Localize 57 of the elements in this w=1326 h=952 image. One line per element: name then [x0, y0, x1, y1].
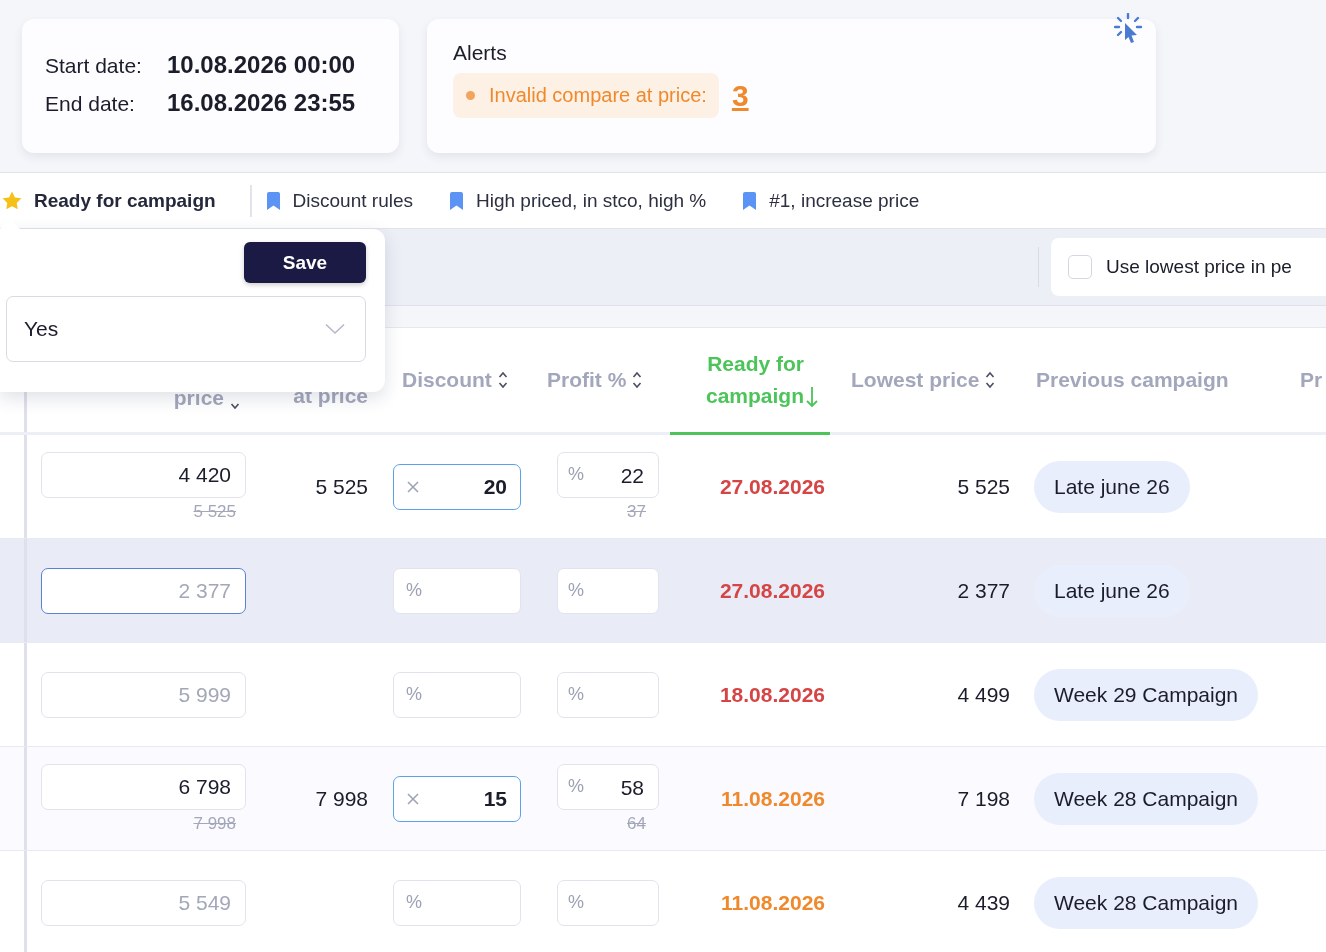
profit-field[interactable]: % 22	[557, 451, 659, 498]
price-field[interactable]: 4 420	[41, 451, 246, 498]
start-date-value: 10.08.2026 00:00	[167, 51, 356, 79]
table-row[interactable]: 4 420 5 525 5 525 20 % 22 37 27.08.2026 5 525 Late june 26	[0, 435, 1326, 539]
lowest-price: 4 499	[957, 682, 1010, 707]
alerts-title: Alerts	[453, 41, 508, 65]
discount-field[interactable]: 15	[393, 775, 521, 822]
end-date-label: End date:	[45, 92, 136, 116]
table-row[interactable]: 5 549 % % 11.08.2026 4 439 Week 28 Campaign	[0, 851, 1326, 952]
bookmark-icon	[265, 191, 281, 210]
sort-icon[interactable]	[497, 371, 508, 389]
alert-badge: Invalid compare at price:	[453, 73, 719, 118]
lowest-price: 7 198	[957, 786, 1010, 811]
ready-date: 18.08.2026	[719, 682, 825, 707]
clear-icon[interactable]	[406, 479, 420, 494]
star-icon	[2, 191, 22, 210]
end-date-value: 16.08.2026 23:55	[167, 89, 356, 117]
bookmark-icon	[449, 191, 464, 210]
view-tab[interactable]: Ready for campaign	[0, 189, 236, 212]
old-price: 7 998	[193, 813, 236, 834]
price-field[interactable]: 6 798	[41, 763, 246, 810]
save-button[interactable]: Save	[244, 242, 366, 283]
old-profit: 64	[627, 813, 646, 834]
old-profit: 37	[627, 501, 646, 522]
profit-field[interactable]: % 58	[557, 763, 659, 810]
checkbox-option[interactable]: Use lowest price in pe	[1051, 238, 1326, 296]
compare-price: 5 525	[315, 474, 368, 499]
sort-icon[interactable]	[632, 371, 643, 389]
start-date-label: Start date:	[45, 54, 143, 78]
discount-field[interactable]: 20	[393, 463, 521, 510]
view-tab[interactable]: #1, increase price	[740, 189, 940, 212]
lowest-price: 5 525	[957, 474, 1010, 499]
ready-date: 27.08.2026	[719, 474, 825, 499]
campaign-tag[interactable]: Week 29 Campaign	[1034, 668, 1259, 721]
campaign-tag[interactable]: Late june 26	[1034, 564, 1190, 617]
view-tab[interactable]: High priced, in stco, high %	[447, 189, 727, 212]
lowest-price: 2 377	[957, 578, 1010, 603]
select-field[interactable]: Yes	[6, 296, 366, 362]
sort-icon[interactable]	[985, 371, 996, 389]
table-row[interactable]: 5 999 % % 18.08.2026 4 499 Week 29 Campaign	[0, 643, 1326, 747]
compare-price: 7 998	[315, 786, 368, 811]
old-price: 5 525	[193, 501, 236, 522]
chevron-down-icon	[325, 323, 345, 335]
ready-date: 27.08.2026	[719, 578, 825, 603]
ready-date: 11.08.2026	[721, 890, 825, 915]
lowest-price: 4 439	[957, 890, 1010, 915]
chevron-down-icon[interactable]	[230, 402, 240, 410]
campaign-tag[interactable]: Week 28 Campaign	[1034, 772, 1259, 825]
campaign-tag[interactable]: Late june 26	[1034, 460, 1190, 513]
bookmark-icon	[742, 191, 758, 210]
ready-date: 11.08.2026	[721, 786, 825, 811]
view-tab[interactable]: Discount rules	[263, 189, 433, 212]
checkbox[interactable]	[1068, 255, 1092, 279]
table-row[interactable]: 2 377 % % 27.08.2026 2 377 Late june 26	[0, 539, 1326, 643]
table-row[interactable]: 6 798 7 998 7 998 15 % 58 64 11.08.2026 7 198 Week 28 Campaign	[0, 747, 1326, 851]
clear-icon[interactable]	[406, 791, 420, 806]
campaign-tag[interactable]: Week 28 Campaign	[1034, 876, 1259, 929]
